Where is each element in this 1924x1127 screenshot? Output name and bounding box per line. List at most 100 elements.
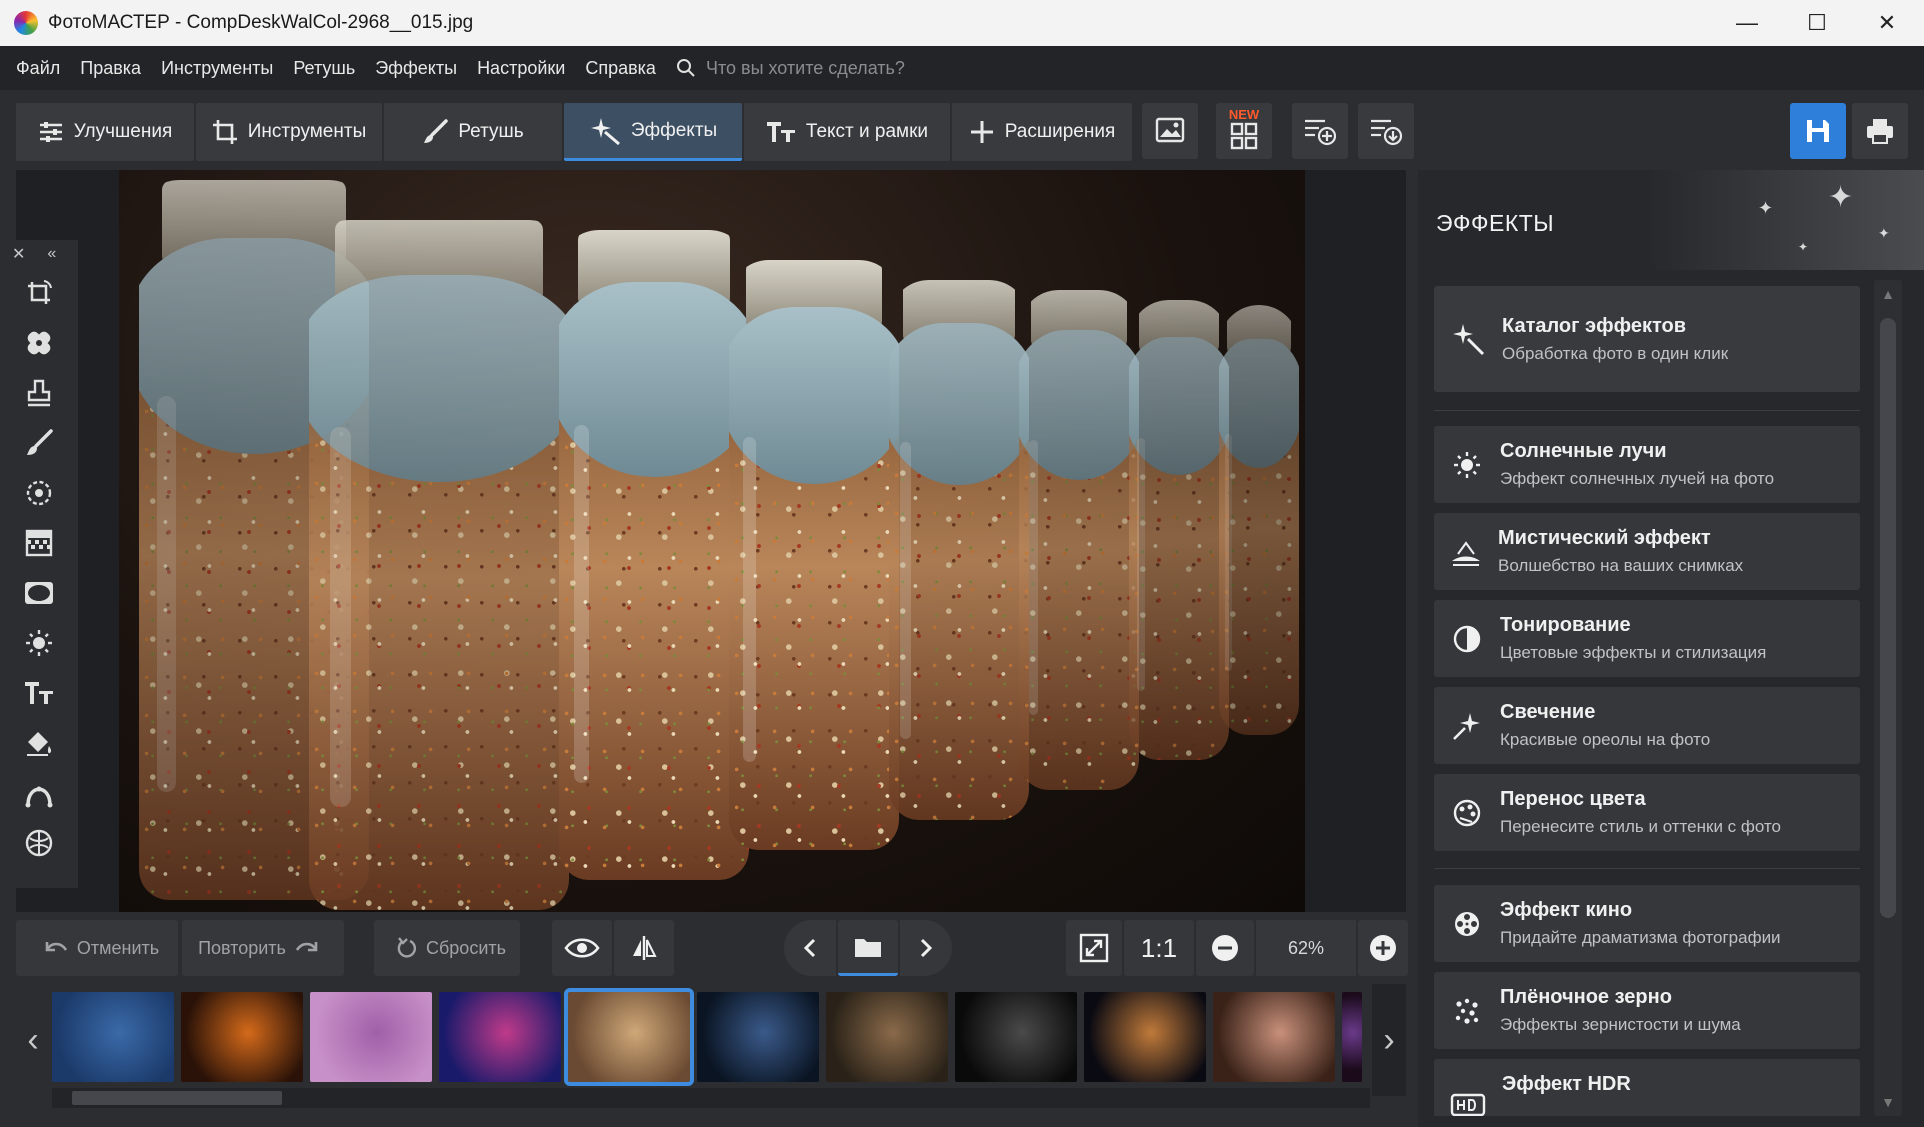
close-button[interactable]: ✕ xyxy=(1852,0,1922,46)
menu-edit[interactable]: Правка xyxy=(80,58,141,79)
brush-tool[interactable] xyxy=(0,418,78,468)
tab-tools[interactable]: Инструменты xyxy=(196,103,382,161)
menu-settings[interactable]: Настройки xyxy=(477,58,565,79)
effect-sun-rays[interactable]: Солнечные лучи Эффект солнечных лучей на … xyxy=(1434,426,1860,503)
curve-icon xyxy=(25,786,53,808)
tab-retouch[interactable]: Ретушь xyxy=(384,103,562,161)
maximize-button[interactable]: ☐ xyxy=(1782,0,1852,46)
tool-strip-header: ✕ « xyxy=(0,240,78,268)
thumbnail[interactable] xyxy=(955,992,1077,1082)
effect-film-grain[interactable]: Плёночное зерно Эффекты зернистости и шум… xyxy=(1434,972,1860,1049)
tab-extensions[interactable]: Расширения xyxy=(952,103,1132,161)
load-preset-button[interactable] xyxy=(1358,103,1414,159)
save-button[interactable] xyxy=(1790,103,1846,159)
print-button[interactable] xyxy=(1852,103,1908,159)
filmstrip-next-button[interactable]: › xyxy=(1372,984,1406,1096)
effects-catalog-item[interactable]: Каталог эффектов Обработка фото в один кл… xyxy=(1434,286,1860,392)
scroll-up-icon[interactable]: ▲ xyxy=(1874,280,1902,308)
curve-tool[interactable] xyxy=(0,768,78,818)
fill-tool[interactable] xyxy=(0,718,78,768)
sparkle-decor-icon: ✦ xyxy=(1798,240,1809,254)
menu-tools[interactable]: Инструменты xyxy=(161,58,273,79)
healing-tool[interactable] xyxy=(0,318,78,368)
new-badge: NEW xyxy=(1228,107,1260,122)
thumbnail[interactable] xyxy=(52,992,174,1082)
compare-button[interactable] xyxy=(614,920,674,976)
app-window: ФотоМАСТЕР - CompDeskWalCol-2968__015.jp… xyxy=(0,0,1924,1127)
fx-title: Свечение xyxy=(1500,701,1596,723)
zoom-out-icon xyxy=(1212,935,1238,961)
fx-subtitle: Красивые ореолы на фото xyxy=(1500,730,1711,749)
add-preset-button[interactable] xyxy=(1292,103,1348,159)
reset-button[interactable]: Сбросить xyxy=(374,920,520,976)
filmstrip-prev-button[interactable]: ‹ xyxy=(16,984,50,1096)
rotate-tool[interactable] xyxy=(0,268,78,318)
tab-label: Улучшения xyxy=(73,121,173,142)
scroll-down-icon[interactable]: ▼ xyxy=(1874,1088,1902,1116)
main-toolbar: Улучшения Инструменты Ретушь Эффекты Тек… xyxy=(0,90,1924,170)
tab-enhancements[interactable]: Улучшения xyxy=(16,103,194,161)
thumbnail[interactable] xyxy=(1342,992,1362,1082)
effect-glow[interactable]: Свечение Красивые ореолы на фото xyxy=(1434,687,1860,764)
radial-tool[interactable] xyxy=(0,468,78,518)
reset-label: Сбросить xyxy=(425,937,506,958)
redo-button[interactable]: Повторить xyxy=(182,920,344,976)
thumbnail[interactable] xyxy=(181,992,303,1082)
zoom-out-button[interactable] xyxy=(1196,920,1254,976)
preview-toggle-button[interactable] xyxy=(552,920,612,976)
tab-label: Инструменты xyxy=(247,121,367,142)
minimize-button[interactable]: — xyxy=(1712,0,1782,46)
fx-title: Эффект кино xyxy=(1500,899,1633,921)
thumbnail[interactable] xyxy=(310,992,432,1082)
thumbnail[interactable] xyxy=(1084,992,1206,1082)
vignette-tool[interactable] xyxy=(0,568,78,618)
gradient-tool[interactable] xyxy=(0,518,78,568)
thumbnail[interactable] xyxy=(826,992,948,1082)
vignette-icon xyxy=(25,582,53,604)
tab-effects[interactable]: Эффекты xyxy=(564,103,742,161)
thumbnail[interactable] xyxy=(697,992,819,1082)
thumbnail[interactable] xyxy=(439,992,561,1082)
zoom-in-button[interactable] xyxy=(1358,920,1408,976)
search-icon xyxy=(676,59,695,77)
photo-preview[interactable] xyxy=(119,170,1305,912)
filmstrip-scrollbar[interactable] xyxy=(52,1088,1370,1108)
prev-image-button[interactable] xyxy=(784,920,836,976)
effects-panel: ЭФФЕКТЫ ✦ ✦ ✦ ✦ Каталог эффектов Обработк… xyxy=(1418,170,1924,1127)
photo-jar xyxy=(889,280,1029,820)
undo-button[interactable]: Отменить xyxy=(16,920,178,976)
thumbnail[interactable] xyxy=(1213,992,1335,1082)
filmstrip-scroll-thumb[interactable] xyxy=(72,1091,282,1105)
thumbnail[interactable] xyxy=(564,988,694,1086)
text-tool[interactable] xyxy=(0,668,78,718)
menu-retouch[interactable]: Ретушь xyxy=(293,58,355,79)
stamp-tool[interactable] xyxy=(0,368,78,418)
actual-size-button[interactable]: 1:1 xyxy=(1124,920,1194,976)
collapse-strip-icon[interactable]: « xyxy=(47,245,56,263)
menu-help[interactable]: Справка xyxy=(585,58,656,79)
menu-effects[interactable]: Эффекты xyxy=(375,58,457,79)
fit-screen-button[interactable] xyxy=(1066,920,1122,976)
effect-mystic[interactable]: Мистический эффект Волшебство на ваших сн… xyxy=(1434,513,1860,590)
redo-label: Повторить xyxy=(198,937,286,958)
tab-text-frames[interactable]: Текст и рамки xyxy=(744,103,950,161)
next-image-button[interactable] xyxy=(900,920,952,976)
close-strip-icon[interactable]: ✕ xyxy=(12,244,25,264)
menu-file[interactable]: Файл xyxy=(16,58,60,79)
panel-scrollbar[interactable]: ▲ ▼ xyxy=(1874,280,1902,1116)
open-folder-button[interactable] xyxy=(838,920,898,976)
collage-button[interactable]: NEW xyxy=(1216,103,1272,159)
effect-color-transfer[interactable]: Перенос цвета Перенесите стиль и оттенки … xyxy=(1434,774,1860,851)
eye-icon xyxy=(564,938,600,958)
open-image-button[interactable] xyxy=(1142,103,1198,159)
editor-controls: Отменить Повторить Сбросить 1:1 62% xyxy=(16,920,1408,980)
effect-toning[interactable]: Тонирование Цветовые эффекты и стилизация xyxy=(1434,600,1860,677)
panel-scroll-thumb[interactable] xyxy=(1880,318,1896,918)
image-canvas[interactable] xyxy=(16,170,1406,912)
command-search[interactable]: Что вы хотите сделать? xyxy=(676,58,905,79)
zoom-level[interactable]: 62% xyxy=(1256,920,1356,976)
mask-tool[interactable] xyxy=(0,818,78,868)
effect-hdr[interactable]: Эффект HDR xyxy=(1434,1059,1860,1116)
light-tool[interactable] xyxy=(0,618,78,668)
effect-cinema[interactable]: Эффект кино Придайте драматизма фотографи… xyxy=(1434,885,1860,962)
